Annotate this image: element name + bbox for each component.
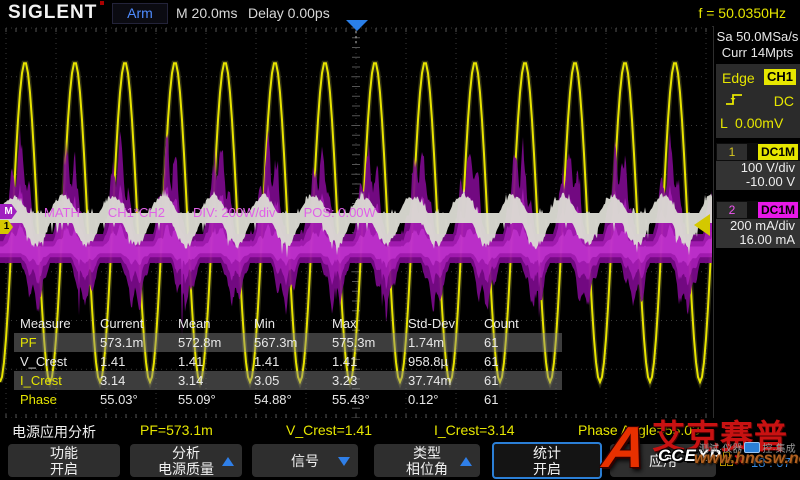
table-row-icrest: I_Crest 3.14 3.14 3.05 3.23 37.74m 61 xyxy=(14,371,562,390)
down-arrow-icon xyxy=(338,457,350,466)
clock: 18 : 07 xyxy=(751,455,791,470)
acquisition-status-badge: Arm xyxy=(112,3,168,24)
table-row-vcrest: V_Crest 1.41 1.41 1.41 1.41 958.8µ 61 xyxy=(14,352,562,371)
brand-text: SIGLENT xyxy=(8,2,97,23)
menu-button-signal[interactable]: 信号 xyxy=(252,444,358,477)
channel2-offset: 16.00 mA xyxy=(716,233,800,247)
col-measure: Measure xyxy=(20,314,100,333)
channel2-number-badge: 2 xyxy=(717,202,747,218)
up-arrow-icon xyxy=(222,457,234,466)
math-expression: CH1*CH2 xyxy=(108,205,165,220)
table-header-row: Measure Current Mean Min Max Std-Dev Cou… xyxy=(14,314,562,333)
channel2-values: 200 mA/div 16.00 mA xyxy=(716,219,800,248)
channel1-coupling-badge: DC1M xyxy=(758,144,798,160)
status-icrest: I_Crest=3.14 xyxy=(434,422,515,438)
channel2-info-box[interactable]: 2 DC1M 200 mA/div 16.00 mA xyxy=(716,201,800,248)
math-position: POS: 0.00W xyxy=(304,205,376,220)
col-count: Count xyxy=(484,314,540,333)
table-row-phase: Phase 55.03° 55.09° 54.88° 55.43° 0.12° … xyxy=(14,390,562,409)
acquisition-info: Sa 50.0MSa/s Curr 14Mpts xyxy=(714,29,800,61)
network-device-icon xyxy=(720,452,733,466)
trigger-coupling: DC xyxy=(774,93,794,109)
measurement-table: Measure Current Mean Min Max Std-Dev Cou… xyxy=(14,314,562,409)
menu-button-type[interactable]: 类型相位角 xyxy=(374,444,480,477)
channel1-offset: -10.00 V xyxy=(716,175,800,189)
menu-button-analysis[interactable]: 分析电源质量 xyxy=(130,444,242,477)
math-channel-descriptor: MATH CH1*CH2 DIV: 200W/div POS: 0.00W xyxy=(44,205,376,220)
error-cross-icon: ✕ xyxy=(733,451,746,469)
math-label: MATH xyxy=(44,205,80,220)
rising-edge-icon xyxy=(724,90,746,108)
channel1-number-badge: 1 xyxy=(717,144,747,160)
trigger-source-badge: CH1 xyxy=(764,69,796,85)
timebase-readout: M 20.0ms xyxy=(176,5,237,21)
status-vcrest: V_Crest=1.41 xyxy=(286,422,372,438)
trigger-position-icon[interactable] xyxy=(346,20,368,31)
menu-button-apply[interactable]: 应用 xyxy=(610,444,716,477)
trigger-mode: Edge xyxy=(722,70,755,86)
trigger-info-box[interactable]: Edge CH1 DC L 0.00mV xyxy=(716,64,800,138)
math-div-scale: DIV: 200W/div xyxy=(193,205,276,220)
right-sidebar: Sa 50.0MSa/s Curr 14Mpts Edge CH1 DC L 0… xyxy=(713,26,800,418)
top-bar: SIGLENT Arm M 20.0ms Delay 0.00ps f = 50… xyxy=(0,0,800,27)
table-row-pf: PF 573.1m 572.8m 567.3m 575.3m 1.74m 61 xyxy=(14,333,562,352)
col-mean: Mean xyxy=(178,314,254,333)
col-max: Max xyxy=(332,314,408,333)
trigger-level-icon[interactable] xyxy=(694,214,710,236)
status-bar: 电源应用分析 PF=573.1m V_Crest=1.41 I_Crest=3.… xyxy=(0,419,800,442)
col-min: Min xyxy=(254,314,332,333)
col-current: Current xyxy=(100,314,178,333)
brand-red-dot-icon xyxy=(100,1,104,5)
app-title: 电源应用分析 xyxy=(12,422,96,442)
brand-logo: SIGLENT xyxy=(8,2,97,24)
softkey-menu: 功能开启 分析电源质量 信号 类型相位角 统计开启 应用 xyxy=(0,443,800,480)
channel1-scale: 100 V/div xyxy=(716,161,800,175)
memory-depth: Curr 14Mpts xyxy=(714,45,800,61)
frequency-counter: f = 50.0350Hz xyxy=(660,5,786,21)
trigger-level-readout: L 0.00mV xyxy=(720,115,783,131)
menu-button-function[interactable]: 功能开启 xyxy=(8,444,120,477)
sample-rate: Sa 50.0MSa/s xyxy=(714,29,800,45)
channel2-coupling-badge: DC1M xyxy=(758,202,798,218)
status-phase: Phase Angle=55.03° xyxy=(578,422,705,438)
up-arrow-icon xyxy=(460,457,472,466)
channel2-scale: 200 mA/div xyxy=(716,219,800,233)
delay-readout: Delay 0.00ps xyxy=(248,5,330,21)
oscilloscope-screen: SIGLENT Arm M 20.0ms Delay 0.00ps f = 50… xyxy=(0,0,800,480)
menu-button-statistics[interactable]: 统计开启 xyxy=(492,442,602,479)
channel1-values: 100 V/div -10.00 V xyxy=(716,161,800,190)
status-pf: PF=573.1m xyxy=(140,422,213,438)
col-stddev: Std-Dev xyxy=(408,314,484,333)
channel1-info-box[interactable]: 1 DC1M 100 V/div -10.00 V xyxy=(716,143,800,190)
